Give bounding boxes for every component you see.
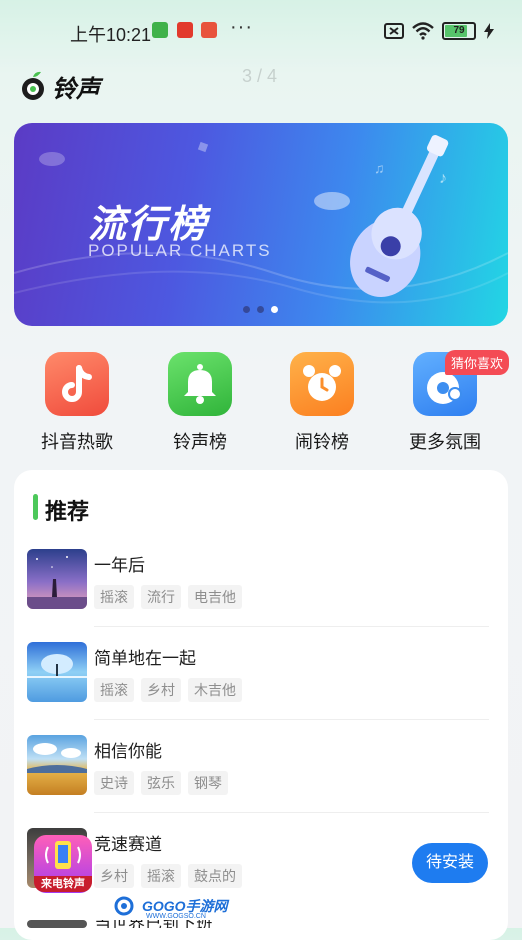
install-button[interactable]: 待安装 bbox=[412, 843, 488, 883]
song-title: 简单地在一起 bbox=[94, 649, 196, 668]
category-more-moods[interactable]: 猜你喜欢 更多氛围 bbox=[395, 350, 509, 454]
watermark-subtext: WWW.GOGSO.CN bbox=[146, 913, 206, 920]
song-tags: 摇滚 乡村 木吉他 bbox=[94, 678, 242, 702]
app-name: 铃声 bbox=[52, 75, 100, 103]
banner-title: 流行榜 bbox=[88, 204, 209, 246]
wifi-icon bbox=[412, 22, 434, 40]
list-item[interactable]: 一年后 摇滚 流行 电吉他 bbox=[27, 549, 489, 641]
song-cover bbox=[27, 549, 87, 609]
divider bbox=[94, 719, 489, 720]
banner-dot-active[interactable] bbox=[271, 306, 278, 313]
battery-level: 79 bbox=[453, 25, 465, 36]
divider bbox=[94, 626, 489, 627]
svg-text:♪: ♪ bbox=[439, 170, 447, 187]
notification-app-icon bbox=[152, 22, 168, 38]
watermark-logo-icon bbox=[114, 896, 134, 916]
song-tag: 木吉他 bbox=[188, 678, 242, 702]
song-cover bbox=[27, 735, 87, 795]
song-tag: 史诗 bbox=[94, 771, 134, 795]
song-tag: 摇滚 bbox=[94, 678, 134, 702]
song-cover bbox=[27, 642, 87, 702]
alarm-clock-icon bbox=[290, 352, 354, 416]
list-item[interactable]: 相信你能 史诗 弦乐 钢琴 bbox=[27, 735, 489, 827]
song-title: 竞速赛道 bbox=[94, 835, 162, 854]
app-logo-icon bbox=[22, 71, 44, 100]
floating-app-label: 来电铃声 bbox=[34, 876, 92, 892]
category-douyin-hits[interactable]: 抖音热歌 bbox=[27, 352, 127, 454]
notification-app-icon bbox=[201, 22, 217, 38]
song-tag: 乡村 bbox=[141, 678, 181, 702]
song-tags: 摇滚 流行 电吉他 bbox=[94, 585, 242, 609]
more-notifications-icon: ··· bbox=[230, 16, 253, 38]
song-title: 当世界已到下班 bbox=[94, 920, 213, 928]
song-tag: 摇滚 bbox=[94, 585, 134, 609]
sim-off-icon bbox=[384, 23, 404, 39]
song-tags: 乡村 摇滚 鼓点的 bbox=[94, 864, 242, 888]
banner-popular-charts[interactable]: ♪ ♫ 流行榜 POPULAR CHARTS bbox=[14, 123, 508, 326]
app-brand: 铃声 bbox=[20, 68, 100, 104]
category-label: 更多氛围 bbox=[409, 432, 481, 452]
status-time: 上午10:21 bbox=[70, 25, 152, 45]
song-tag: 摇滚 bbox=[141, 864, 181, 888]
recommend-title: 推荐 bbox=[45, 499, 90, 524]
song-tag: 鼓点的 bbox=[188, 864, 242, 888]
disc-icon: 猜你喜欢 bbox=[413, 350, 509, 416]
banner-subtitle: POPULAR CHARTS bbox=[88, 241, 272, 260]
song-tag: 乡村 bbox=[94, 864, 134, 888]
list-item[interactable]: 当世界已到下班 bbox=[27, 920, 489, 928]
song-tag: 电吉他 bbox=[188, 585, 242, 609]
system-indicators: 79 bbox=[384, 22, 494, 40]
song-title: 一年后 bbox=[94, 556, 145, 575]
song-tag: 流行 bbox=[141, 585, 181, 609]
guess-you-like-badge: 猜你喜欢 bbox=[444, 350, 509, 375]
song-tag: 弦乐 bbox=[141, 771, 181, 795]
banner-dot[interactable] bbox=[243, 306, 250, 313]
section-accent-bar bbox=[33, 494, 38, 520]
category-label: 闹铃榜 bbox=[295, 432, 349, 452]
banner-dot[interactable] bbox=[257, 306, 264, 313]
category-label: 铃声榜 bbox=[173, 432, 227, 452]
category-alarm-chart[interactable]: 闹铃榜 bbox=[272, 352, 372, 454]
song-cover bbox=[27, 920, 87, 928]
song-tag: 钢琴 bbox=[188, 771, 228, 795]
divider bbox=[94, 812, 489, 813]
svg-text:♫: ♫ bbox=[374, 160, 385, 176]
song-tags: 史诗 弦乐 钢琴 bbox=[94, 771, 228, 795]
song-title: 相信你能 bbox=[94, 742, 162, 761]
battery-icon: 79 bbox=[442, 22, 476, 40]
list-item[interactable]: 简单地在一起 摇滚 乡村 木吉他 bbox=[27, 642, 489, 734]
charging-icon bbox=[484, 23, 494, 39]
bell-icon bbox=[168, 352, 232, 416]
tiktok-icon bbox=[45, 352, 109, 416]
category-ringtone-chart[interactable]: 铃声榜 bbox=[150, 352, 250, 454]
status-bar: 上午10:21 ··· 79 bbox=[0, 0, 522, 62]
category-label: 抖音热歌 bbox=[41, 432, 113, 452]
notification-app-icon bbox=[177, 22, 193, 38]
banner-pager: 3 / 4 bbox=[242, 66, 278, 86]
